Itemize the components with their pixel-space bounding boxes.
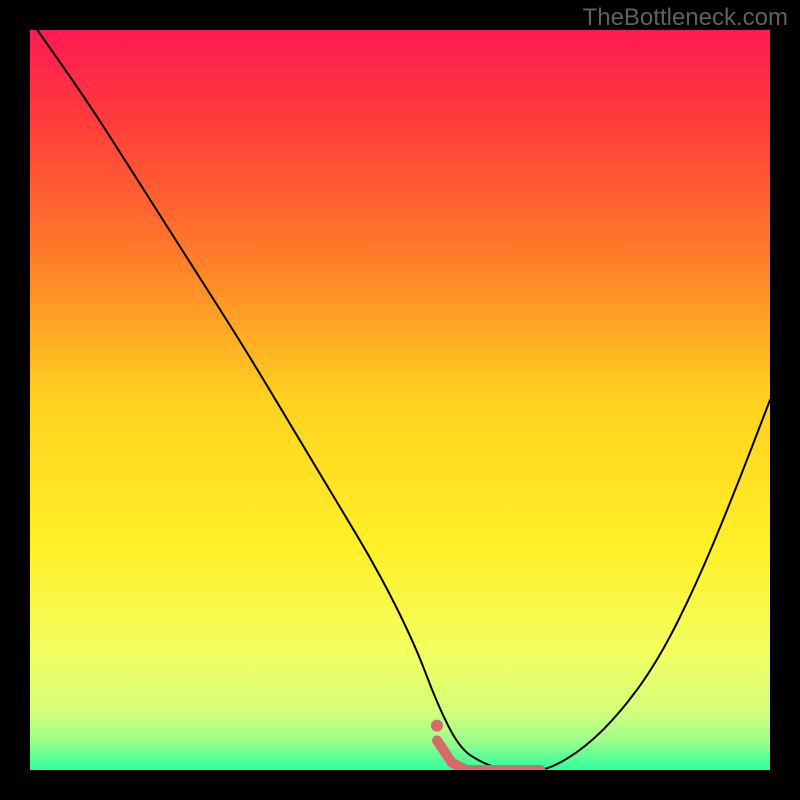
- watermark-text: TheBottleneck.com: [583, 4, 788, 32]
- start-dot: [431, 720, 443, 732]
- gradient-background: [30, 30, 770, 770]
- chart-svg: [30, 30, 770, 770]
- plot-area: [30, 30, 770, 770]
- chart-container: TheBottleneck.com: [0, 0, 800, 800]
